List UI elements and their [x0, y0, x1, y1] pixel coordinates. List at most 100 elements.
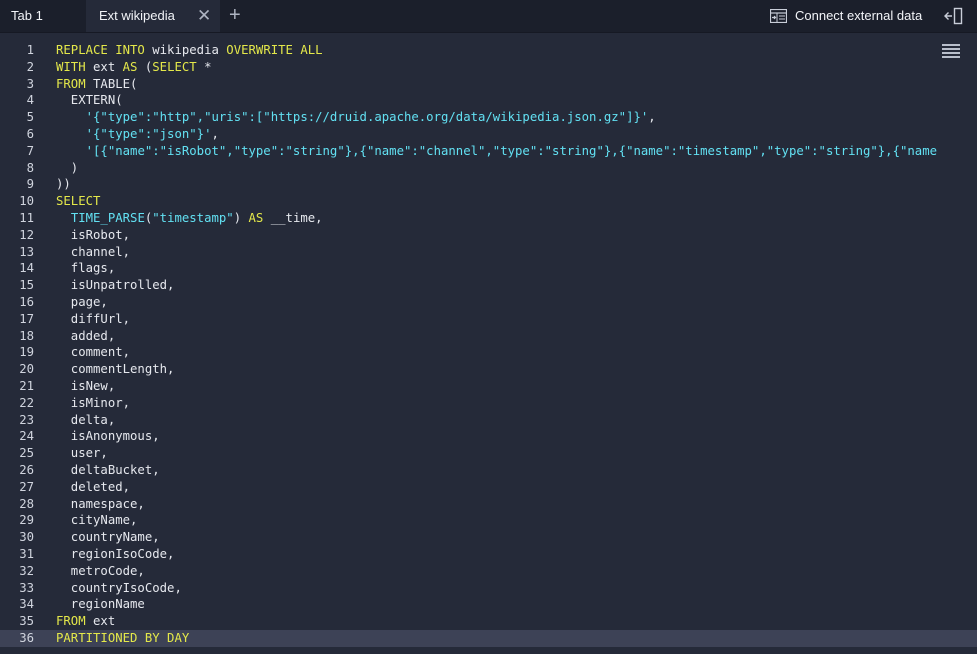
code-text: '{"type":"json"}',: [56, 126, 219, 143]
line-number: 20: [19, 362, 34, 377]
code-token: WITH: [56, 59, 94, 74]
tab-label: Ext wikipedia: [99, 8, 175, 23]
close-tab-icon[interactable]: ✕: [197, 0, 211, 32]
code-line[interactable]: 35 FROM ext: [0, 613, 977, 630]
code-line[interactable]: 10 SELECT: [0, 193, 977, 210]
code-line[interactable]: 4 EXTERN(: [0, 92, 977, 109]
code-token: regionIsoCode,: [56, 546, 175, 561]
code-line[interactable]: 19 comment,: [0, 344, 977, 361]
line-number: 18: [19, 328, 34, 343]
code-text: REPLACE INTO wikipedia OVERWRITE ALL: [56, 42, 323, 59]
code-line[interactable]: 24 isAnonymous,: [0, 428, 977, 445]
code-token: ): [233, 210, 249, 225]
code-line[interactable]: 21 isNew,: [0, 378, 977, 395]
code-token: '{"type":"json"}': [85, 126, 212, 141]
code-text: EXTERN(: [56, 92, 123, 109]
tab-tab-1[interactable]: Tab 1: [0, 0, 86, 32]
code-text: regionName: [56, 596, 145, 613]
line-number: 34: [19, 597, 34, 612]
tab-bar: Tab 1 Ext wikipedia ✕ + Connect external…: [0, 0, 977, 33]
line-number: 32: [19, 563, 34, 578]
hamburger-menu-icon[interactable]: [942, 44, 960, 58]
code-line[interactable]: 36 PARTITIONED BY DAY: [0, 629, 977, 647]
code-line[interactable]: 11 TIME_PARSE("timestamp") AS __time,: [0, 210, 977, 227]
code-token: wikipedia: [152, 43, 227, 57]
code-line[interactable]: 3 FROM TABLE(: [0, 76, 977, 93]
tab-label: Tab 1: [11, 8, 43, 23]
code-text: namespace,: [56, 496, 145, 513]
code-text: deltaBucket,: [56, 462, 160, 479]
code-token: deleted,: [56, 479, 131, 494]
code-line[interactable]: 20 commentLength,: [0, 361, 977, 378]
line-number: 3: [26, 76, 34, 91]
code-line[interactable]: 33 countryIsoCode,: [0, 580, 977, 597]
line-number: 13: [19, 244, 34, 259]
code-token: )): [56, 177, 71, 192]
code-text: delta,: [56, 412, 115, 429]
code-line[interactable]: 25 user,: [0, 445, 977, 462]
code-line[interactable]: 7 '[{"name":"isRobot","type":"string"},{…: [0, 143, 977, 160]
code-line[interactable]: 9)): [0, 176, 977, 193]
code-token: flags,: [56, 261, 116, 276]
tab-ext-wikipedia[interactable]: Ext wikipedia ✕: [86, 0, 220, 32]
code-text: isNew,: [56, 378, 115, 395]
code-line[interactable]: 32 metroCode,: [0, 563, 977, 580]
code-token: AS: [122, 59, 145, 74]
code-line[interactable]: 14 flags,: [0, 260, 977, 277]
panel-collapse-icon[interactable]: [944, 7, 964, 25]
code-line[interactable]: 18 added,: [0, 328, 977, 345]
code-token: '[{"name":"isRobot","type":"string"},{"n…: [85, 143, 938, 158]
code-line[interactable]: 28 namespace,: [0, 496, 977, 513]
code-token: SELECT: [152, 59, 197, 74]
code-lines: 1 REPLACE INTO wikipedia OVERWRITE ALL 2 WI…: [0, 42, 977, 647]
code-line[interactable]: 8 ): [0, 160, 977, 177]
code-line[interactable]: 22 isMinor,: [0, 395, 977, 412]
code-line[interactable]: 6 '{"type":"json"}',: [0, 126, 977, 143]
code-line[interactable]: 34 regionName: [0, 596, 977, 613]
code-line[interactable]: 13 channel,: [0, 244, 977, 261]
code-line[interactable]: 27 deleted,: [0, 479, 977, 496]
code-line[interactable]: 17 diffUrl,: [0, 311, 977, 328]
code-token: SELECT: [56, 194, 101, 209]
code-token: namespace,: [56, 496, 145, 511]
code-line[interactable]: 5 '{"type":"http","uris":["https://druid…: [0, 109, 977, 126]
code-text: WITH ext AS (SELECT *: [56, 59, 212, 76]
line-number: 8: [26, 160, 34, 175]
line-number: 5: [26, 110, 34, 125]
code-line[interactable]: 15 isUnpatrolled,: [0, 277, 977, 294]
code-token: OVERWRITE ALL: [226, 43, 323, 57]
code-line[interactable]: 1 REPLACE INTO wikipedia OVERWRITE ALL: [0, 42, 977, 59]
code-text: isAnonymous,: [56, 428, 160, 445]
connect-label: Connect external data: [795, 8, 923, 23]
code-line[interactable]: 12 isRobot,: [0, 227, 977, 244]
line-number: 28: [19, 496, 34, 511]
line-number: 30: [19, 530, 34, 545]
code-token: PARTITIONED BY DAY: [56, 630, 190, 645]
code-token: delta,: [56, 412, 116, 427]
code-token: cityName,: [56, 513, 138, 528]
code-line[interactable]: 26 deltaBucket,: [0, 462, 977, 479]
code-line[interactable]: 29 cityName,: [0, 512, 977, 529]
code-line[interactable]: 31 regionIsoCode,: [0, 546, 977, 563]
code-line[interactable]: 30 countryName,: [0, 529, 977, 546]
code-text: comment,: [56, 344, 130, 361]
code-token: EXTERN(: [56, 93, 123, 108]
code-text: )): [56, 176, 71, 193]
line-number: 36: [19, 630, 34, 645]
line-number: 7: [26, 143, 34, 158]
code-token: channel,: [56, 244, 131, 259]
line-number: 22: [19, 395, 34, 410]
code-line[interactable]: 2 WITH ext AS (SELECT *: [0, 59, 977, 76]
code-line[interactable]: 23 delta,: [0, 412, 977, 429]
code-token: TABLE(: [93, 76, 138, 91]
line-number: 24: [19, 429, 34, 444]
sql-editor[interactable]: 1 REPLACE INTO wikipedia OVERWRITE ALL 2 WI…: [0, 33, 977, 654]
code-token: isMinor,: [56, 395, 131, 410]
code-token: page,: [56, 294, 108, 309]
code-token: isRobot,: [56, 227, 131, 242]
code-token: user,: [56, 446, 108, 461]
code-line[interactable]: 16 page,: [0, 294, 977, 311]
add-tab-icon[interactable]: +: [229, 0, 241, 32]
